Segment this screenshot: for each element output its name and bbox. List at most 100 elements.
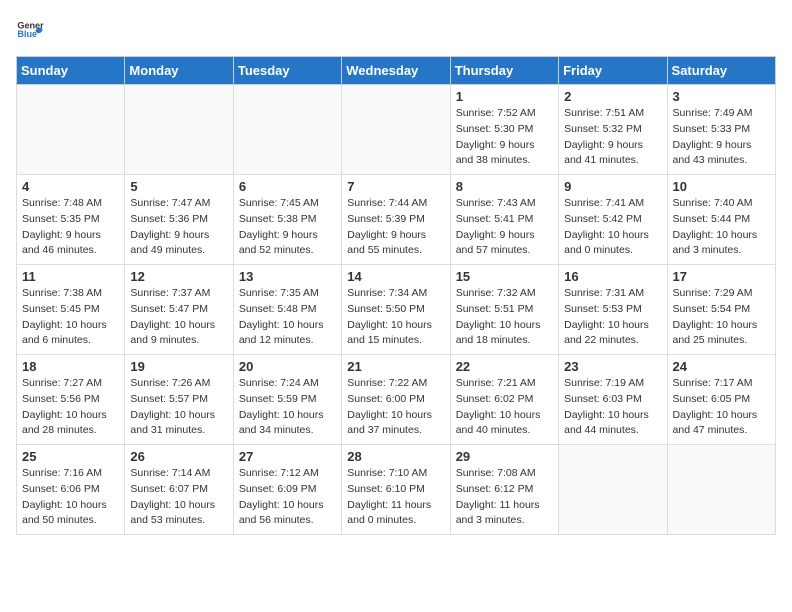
sun-info: Sunrise: 7:40 AMSunset: 5:44 PMDaylight:… [673,196,770,259]
calendar-day-cell: 16 Sunrise: 7:31 AMSunset: 5:53 PMDayligh… [559,265,667,355]
calendar-week-row: 11 Sunrise: 7:38 AMSunset: 5:45 PMDayligh… [17,265,776,355]
calendar-day-cell: 8 Sunrise: 7:43 AMSunset: 5:41 PMDaylight… [450,175,558,265]
day-number: 28 [347,449,444,464]
calendar-day-cell [233,85,341,175]
calendar-day-cell: 14 Sunrise: 7:34 AMSunset: 5:50 PMDayligh… [342,265,450,355]
sun-info: Sunrise: 7:17 AMSunset: 6:05 PMDaylight:… [673,376,770,439]
calendar-day-cell: 10Sunrise: 7:40 AMSunset: 5:44 PMDayligh… [667,175,775,265]
sun-info: Sunrise: 7:52 AMSunset: 5:30 PMDaylight:… [456,106,553,169]
day-number: 25 [22,449,119,464]
day-number: 13 [239,269,336,284]
day-number: 20 [239,359,336,374]
sun-info: Sunrise: 7:47 AMSunset: 5:36 PMDaylight:… [130,196,227,259]
day-number: 17 [673,269,770,284]
sun-info: Sunrise: 7:48 AMSunset: 5:35 PMDaylight:… [22,196,119,259]
calendar-day-cell: 23 Sunrise: 7:19 AMSunset: 6:03 PMDayligh… [559,355,667,445]
sun-info: Sunrise: 7:44 AMSunset: 5:39 PMDaylight:… [347,196,444,259]
calendar-day-cell: 3Sunrise: 7:49 AMSunset: 5:33 PMDaylight… [667,85,775,175]
page-header: General Blue [16,16,776,44]
calendar-day-cell: 4 Sunrise: 7:48 AMSunset: 5:35 PMDaylight… [17,175,125,265]
calendar-day-cell: 11 Sunrise: 7:38 AMSunset: 5:45 PMDayligh… [17,265,125,355]
day-number: 29 [456,449,553,464]
calendar-day-cell: 27 Sunrise: 7:12 AMSunset: 6:09 PMDayligh… [233,445,341,535]
svg-text:Blue: Blue [17,29,37,39]
sun-info: Sunrise: 7:43 AMSunset: 5:41 PMDaylight:… [456,196,553,259]
day-number: 11 [22,269,119,284]
calendar-day-cell [559,445,667,535]
day-number: 23 [564,359,661,374]
day-of-week-header: Friday [559,57,667,85]
sun-info: Sunrise: 7:41 AMSunset: 5:42 PMDaylight:… [564,196,661,259]
calendar-day-cell: 5 Sunrise: 7:47 AMSunset: 5:36 PMDaylight… [125,175,233,265]
sun-info: Sunrise: 7:22 AMSunset: 6:00 PMDaylight:… [347,376,444,439]
calendar-day-cell [125,85,233,175]
calendar-day-cell: 2Sunrise: 7:51 AMSunset: 5:32 PMDaylight… [559,85,667,175]
calendar-day-cell [667,445,775,535]
calendar-day-cell: 28 Sunrise: 7:10 AMSunset: 6:10 PMDayligh… [342,445,450,535]
day-number: 16 [564,269,661,284]
day-number: 22 [456,359,553,374]
sun-info: Sunrise: 7:26 AMSunset: 5:57 PMDaylight:… [130,376,227,439]
calendar-day-cell: 22 Sunrise: 7:21 AMSunset: 6:02 PMDayligh… [450,355,558,445]
calendar-day-cell: 24 Sunrise: 7:17 AMSunset: 6:05 PMDayligh… [667,355,775,445]
sun-info: Sunrise: 7:31 AMSunset: 5:53 PMDaylight:… [564,286,661,349]
day-of-week-header: Saturday [667,57,775,85]
calendar-day-cell: 25 Sunrise: 7:16 AMSunset: 6:06 PMDayligh… [17,445,125,535]
sun-info: Sunrise: 7:08 AMSunset: 6:12 PMDaylight:… [456,466,553,529]
calendar-day-cell [342,85,450,175]
calendar-day-cell: 6 Sunrise: 7:45 AMSunset: 5:38 PMDaylight… [233,175,341,265]
day-number: 15 [456,269,553,284]
calendar-day-cell: 21 Sunrise: 7:22 AMSunset: 6:00 PMDayligh… [342,355,450,445]
sun-info: Sunrise: 7:12 AMSunset: 6:09 PMDaylight:… [239,466,336,529]
day-of-week-header: Thursday [450,57,558,85]
day-number: 8 [456,179,553,194]
calendar-week-row: 25 Sunrise: 7:16 AMSunset: 6:06 PMDayligh… [17,445,776,535]
day-of-week-header: Sunday [17,57,125,85]
calendar-day-cell: 17Sunrise: 7:29 AMSunset: 5:54 PMDayligh… [667,265,775,355]
day-number: 5 [130,179,227,194]
day-number: 2 [564,89,661,104]
sun-info: Sunrise: 7:37 AMSunset: 5:47 PMDaylight:… [130,286,227,349]
day-of-week-header: Monday [125,57,233,85]
sun-info: Sunrise: 7:32 AMSunset: 5:51 PMDaylight:… [456,286,553,349]
day-number: 7 [347,179,444,194]
calendar-week-row: 18 Sunrise: 7:27 AMSunset: 5:56 PMDayligh… [17,355,776,445]
calendar-day-cell: 1 Sunrise: 7:52 AMSunset: 5:30 PMDaylight… [450,85,558,175]
sun-info: Sunrise: 7:49 AMSunset: 5:33 PMDaylight:… [673,106,770,169]
day-of-week-header: Tuesday [233,57,341,85]
calendar-day-cell: 19Sunrise: 7:26 AMSunset: 5:57 PMDayligh… [125,355,233,445]
calendar-day-cell: 29 Sunrise: 7:08 AMSunset: 6:12 PMDayligh… [450,445,558,535]
sun-info: Sunrise: 7:34 AMSunset: 5:50 PMDaylight:… [347,286,444,349]
calendar-day-cell [17,85,125,175]
calendar-week-row: 4 Sunrise: 7:48 AMSunset: 5:35 PMDaylight… [17,175,776,265]
sun-info: Sunrise: 7:16 AMSunset: 6:06 PMDaylight:… [22,466,119,529]
day-number: 14 [347,269,444,284]
sun-info: Sunrise: 7:27 AMSunset: 5:56 PMDaylight:… [22,376,119,439]
calendar-day-cell: 9Sunrise: 7:41 AMSunset: 5:42 PMDaylight… [559,175,667,265]
sun-info: Sunrise: 7:10 AMSunset: 6:10 PMDaylight:… [347,466,444,529]
day-number: 18 [22,359,119,374]
day-number: 24 [673,359,770,374]
calendar-day-cell: 20Sunrise: 7:24 AMSunset: 5:59 PMDayligh… [233,355,341,445]
day-number: 6 [239,179,336,194]
day-of-week-header: Wednesday [342,57,450,85]
calendar-day-cell: 12 Sunrise: 7:37 AMSunset: 5:47 PMDayligh… [125,265,233,355]
day-number: 21 [347,359,444,374]
sun-info: Sunrise: 7:21 AMSunset: 6:02 PMDaylight:… [456,376,553,439]
calendar-table: SundayMondayTuesdayWednesdayThursdayFrid… [16,56,776,535]
day-number: 27 [239,449,336,464]
day-number: 12 [130,269,227,284]
day-number: 1 [456,89,553,104]
day-number: 4 [22,179,119,194]
day-number: 26 [130,449,227,464]
logo-icon: General Blue [16,16,44,44]
calendar-day-cell: 7 Sunrise: 7:44 AMSunset: 5:39 PMDaylight… [342,175,450,265]
sun-info: Sunrise: 7:38 AMSunset: 5:45 PMDaylight:… [22,286,119,349]
calendar-day-cell: 13Sunrise: 7:35 AMSunset: 5:48 PMDayligh… [233,265,341,355]
calendar-day-cell: 26 Sunrise: 7:14 AMSunset: 6:07 PMDayligh… [125,445,233,535]
logo: General Blue [16,16,44,44]
sun-info: Sunrise: 7:45 AMSunset: 5:38 PMDaylight:… [239,196,336,259]
sun-info: Sunrise: 7:14 AMSunset: 6:07 PMDaylight:… [130,466,227,529]
sun-info: Sunrise: 7:19 AMSunset: 6:03 PMDaylight:… [564,376,661,439]
calendar-week-row: 1 Sunrise: 7:52 AMSunset: 5:30 PMDaylight… [17,85,776,175]
